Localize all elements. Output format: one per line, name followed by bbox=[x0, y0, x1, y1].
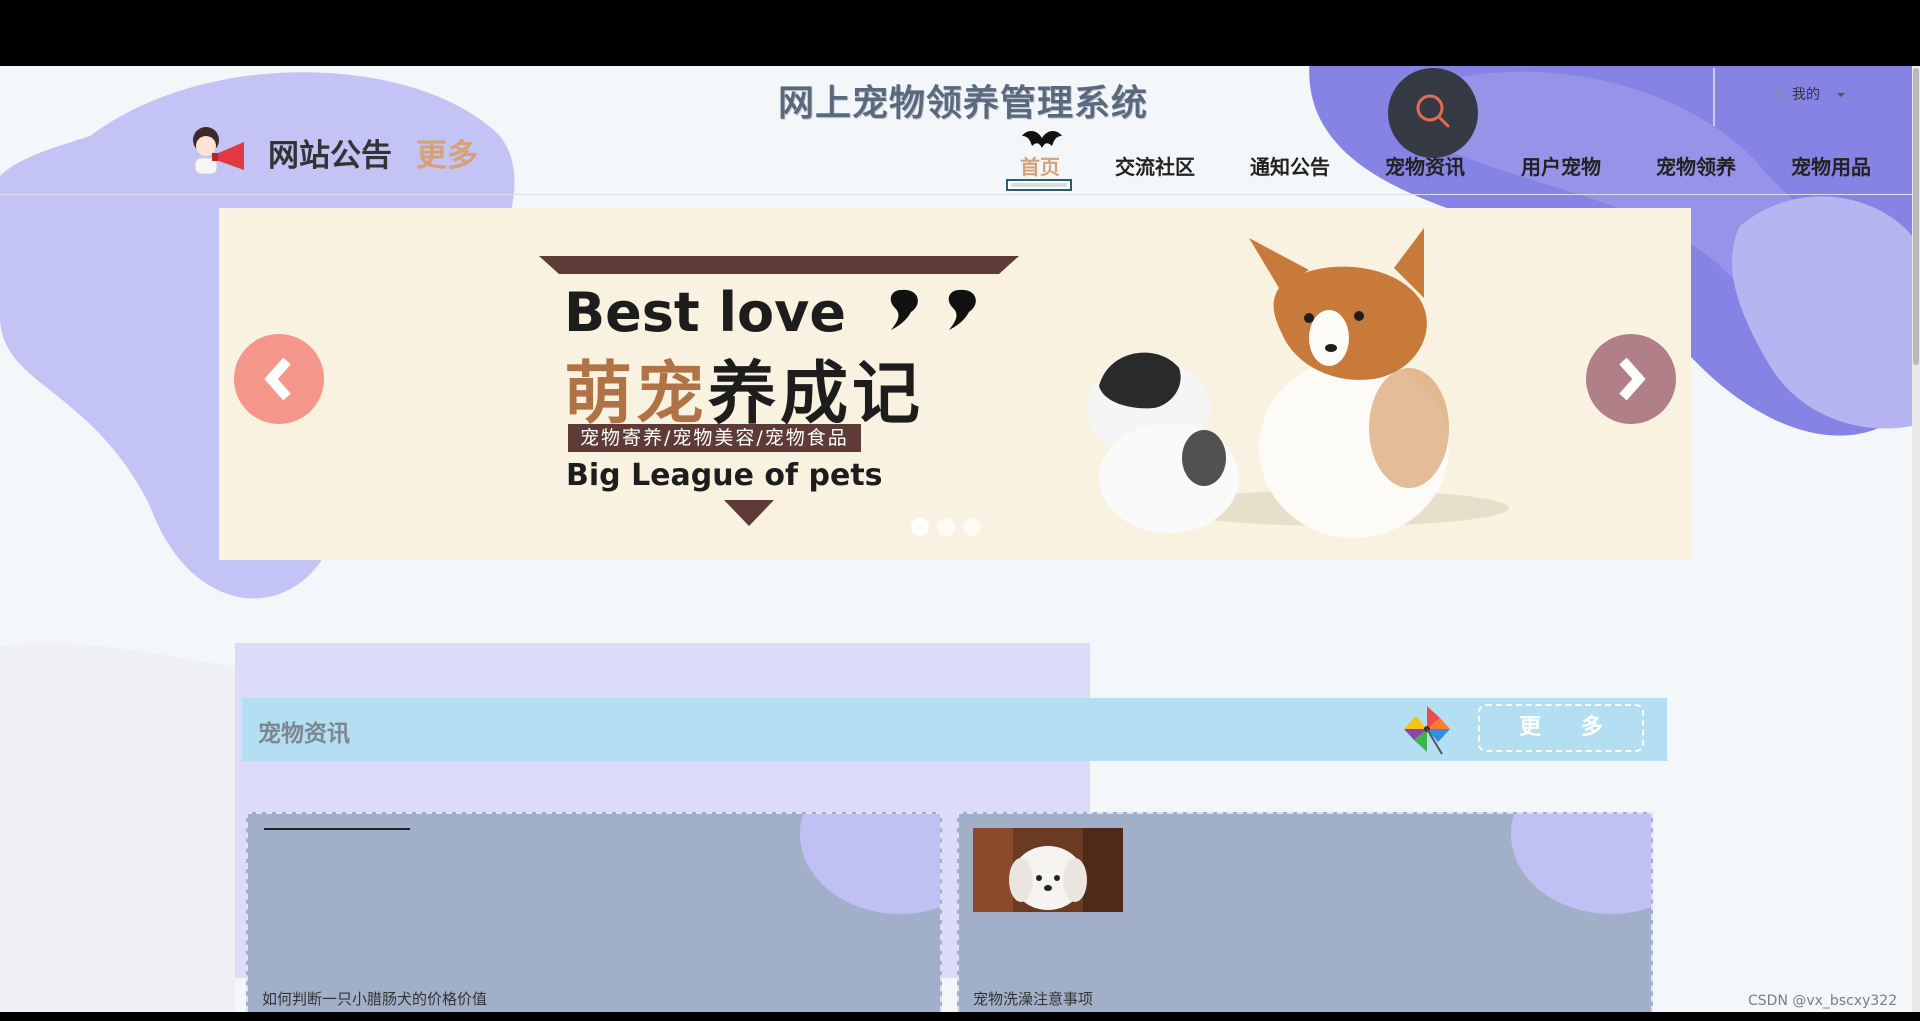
user-menu-label: 我的 bbox=[1792, 87, 1820, 103]
nav-active-indicator bbox=[1006, 179, 1072, 191]
nav-item-pet-supplies[interactable]: 宠物用品 bbox=[1791, 151, 1871, 180]
banner-headline: Best love bbox=[564, 281, 846, 344]
news-card[interactable]: 如何判断一只小腊肠犬的价格价值 bbox=[246, 812, 942, 1012]
notice-title: 网站公告 bbox=[268, 137, 392, 174]
top-header: 网上宠物领养管理系统 我的 网站公告 更多 首页 交流社区 通知公告 宠物资讯 … bbox=[0, 66, 1912, 195]
scrollbar-thumb[interactable] bbox=[1913, 68, 1919, 365]
news-card-title: 宠物洗澡注意事项 bbox=[973, 990, 1094, 1008]
watermark: CSDN @vx_bscxy322 bbox=[1748, 993, 1898, 1009]
banner-title: 萌宠养成记 bbox=[564, 338, 924, 437]
search-button[interactable] bbox=[1388, 68, 1478, 158]
banner-carousel[interactable]: Best love 萌宠养成记 宠物寄养/宠物美容/宠物食品 Big Leagu… bbox=[219, 208, 1691, 560]
page: 网上宠物领养管理系统 我的 网站公告 更多 首页 交流社区 通知公告 宠物资讯 … bbox=[0, 66, 1912, 1012]
site-title: 网上宠物领养管理系统 bbox=[778, 83, 1149, 124]
search-icon bbox=[1416, 94, 1450, 128]
user-menu[interactable]: 我的 bbox=[1772, 84, 1848, 104]
card-image-placeholder bbox=[264, 828, 410, 830]
notice-more-link[interactable]: 更多 bbox=[416, 130, 478, 175]
page-scrollbar[interactable] bbox=[1912, 66, 1920, 1012]
user-icon bbox=[1773, 86, 1787, 102]
caret-down-icon bbox=[1837, 93, 1845, 97]
news-card[interactable]: 宠物洗澡注意事项 bbox=[957, 812, 1653, 1012]
news-section-title: 宠物资讯 bbox=[258, 721, 350, 747]
nav-item-home[interactable]: 首页 bbox=[1020, 151, 1060, 180]
megaphone-girl-icon bbox=[193, 127, 244, 175]
carousel-dot[interactable] bbox=[963, 518, 981, 536]
carousel-dot[interactable] bbox=[937, 518, 955, 536]
carousel-dot[interactable] bbox=[911, 518, 929, 536]
carousel-dots bbox=[911, 518, 981, 536]
card-corner-decoration bbox=[1511, 814, 1651, 914]
banner-tagline: 宠物寄养/宠物美容/宠物食品 bbox=[568, 424, 861, 452]
pinwheel-icon bbox=[1404, 706, 1450, 755]
nav-item-community[interactable]: 交流社区 bbox=[1115, 151, 1195, 180]
banner-subtitle: Big League of pets bbox=[566, 458, 883, 493]
notice-block: 网站公告 更多 bbox=[186, 124, 478, 180]
chevron-left-icon bbox=[264, 357, 291, 401]
banner-title-dark: 养成记 bbox=[708, 355, 925, 434]
header-divider bbox=[1713, 68, 1715, 126]
nav-item-adoption[interactable]: 宠物领养 bbox=[1656, 151, 1736, 180]
news-card-thumbnail bbox=[973, 828, 1123, 912]
chevron-right-icon bbox=[1619, 357, 1646, 401]
bottom-bar bbox=[0, 1012, 1920, 1021]
news-more-button[interactable]: 更 多 bbox=[1478, 704, 1644, 752]
card-corner-decoration bbox=[800, 814, 940, 914]
carousel-prev-button[interactable] bbox=[234, 334, 324, 424]
nav-item-notices[interactable]: 通知公告 bbox=[1250, 151, 1330, 180]
nav-item-user-pets[interactable]: 用户宠物 bbox=[1521, 151, 1601, 180]
nav-item-pet-news[interactable]: 宠物资讯 bbox=[1385, 151, 1465, 180]
banner-title-accent: 萌宠 bbox=[564, 355, 709, 434]
news-card-title: 如何判断一只小腊肠犬的价格价值 bbox=[262, 990, 488, 1008]
carousel-next-button[interactable] bbox=[1586, 334, 1676, 424]
news-section-header: 宠物资讯 更 多 bbox=[242, 698, 1667, 761]
bat-icon bbox=[1022, 131, 1062, 148]
banner-decoration bbox=[539, 228, 1509, 538]
